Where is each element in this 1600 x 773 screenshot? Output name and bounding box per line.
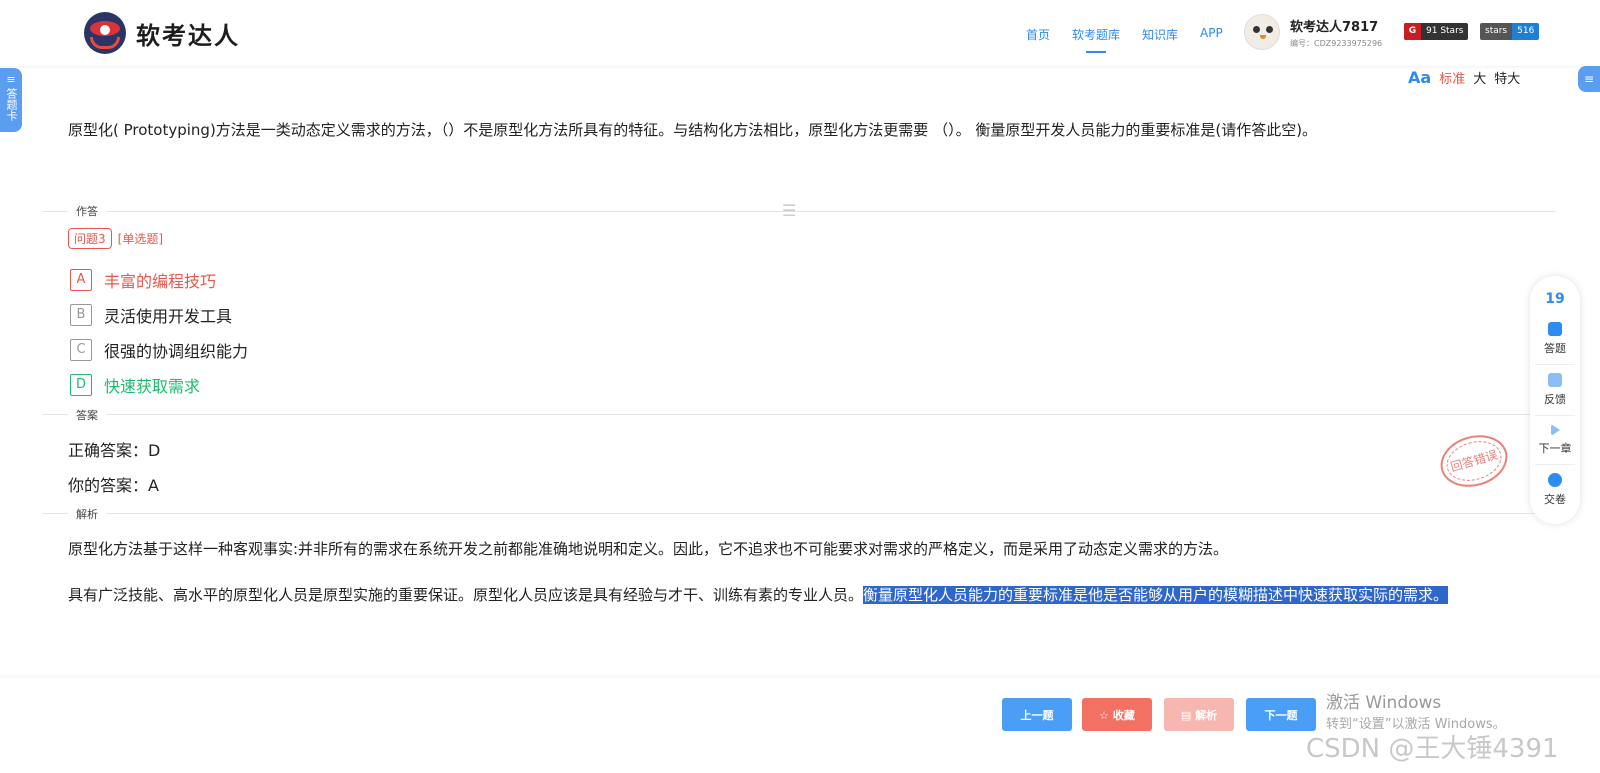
user-id: 编号：CDZ9233975296: [1290, 38, 1383, 48]
option-letter: D: [70, 373, 92, 396]
next-chapter-icon: [1550, 424, 1560, 436]
menu-icon: ≡: [6, 73, 16, 86]
font-large-option[interactable]: 大: [1473, 68, 1486, 87]
option-text: 灵活使用开发工具: [104, 306, 233, 326]
favorite-button[interactable]: ☆ 收藏: [1082, 698, 1152, 731]
answer-area-divider: [42, 211, 1556, 212]
option-b[interactable]: B 灵活使用开发工具: [70, 297, 248, 332]
user-info: 软考达人7817 编号：CDZ9233975296: [1290, 16, 1382, 49]
option-letter: B: [70, 303, 92, 326]
submit-icon: [1548, 473, 1562, 487]
option-d[interactable]: D 快速获取需求: [70, 367, 248, 402]
next-question-button[interactable]: 下一题: [1246, 698, 1316, 731]
nav-question-bank[interactable]: 软考题库: [1072, 26, 1120, 53]
prev-question-button[interactable]: 上一题: [1002, 698, 1072, 731]
font-size-switch: Aa 标准 大 特大: [1408, 68, 1520, 87]
analysis-paragraph-1: 原型化方法基于这样一种客观事实:并非所有的需求在系统开发之前都能准确地说明和定义…: [68, 540, 1229, 558]
option-letter: C: [70, 338, 92, 361]
option-text: 丰富的编程技巧: [104, 271, 217, 291]
answer-card-tab[interactable]: ≡ 答题卡: [0, 68, 22, 132]
main-nav: 首页 软考题库 知识库 APP: [1026, 26, 1223, 53]
option-text: 很强的协调组织能力: [104, 341, 249, 361]
next-chapter-button[interactable]: 下一章: [1535, 424, 1575, 465]
analysis-text: 具有广泛技能、高水平的原型化人员是原型实施的重要保证。原型化人员应该是具有经验与…: [68, 586, 864, 604]
right-menu-tab[interactable]: ≡: [1578, 66, 1600, 92]
question-tag: 问题3 [单选题]: [68, 228, 163, 249]
option-text: 快速获取需求: [104, 376, 201, 396]
question-type: [单选题]: [117, 232, 164, 246]
feedback-button[interactable]: 反馈: [1535, 373, 1575, 416]
nav-app[interactable]: APP: [1200, 26, 1223, 43]
answer-icon: [1548, 322, 1562, 336]
answer-area-label: 作答: [68, 203, 106, 219]
github-stars-badge[interactable]: stars 516: [1480, 23, 1540, 40]
logo-icon: [84, 12, 126, 54]
github-stars-label: stars: [1480, 23, 1513, 40]
analysis-paragraph-2: 具有广泛技能、高水平的原型化人员是原型实施的重要保证。原型化人员应该是具有经验与…: [68, 580, 1538, 610]
csdn-watermark: CSDN @王大锤4391: [1306, 734, 1559, 764]
answer-divider: [42, 414, 1556, 415]
site-logo[interactable]: 软考达人: [84, 12, 240, 54]
top-header: 软考达人 首页 软考题库 知识库 APP 软考达人7817 编号：CDZ9233…: [0, 0, 1600, 66]
floating-tool-panel: 19 答题 反馈 下一章 交卷: [1530, 276, 1580, 524]
feedback-label: 反馈: [1544, 393, 1566, 406]
option-letter: A: [70, 268, 92, 291]
submit-button[interactable]: 交卷: [1535, 473, 1575, 515]
question-count: 19: [1545, 291, 1565, 307]
gitee-icon: G: [1404, 23, 1421, 40]
question-number: 问题3: [68, 228, 112, 249]
analysis-divider: [42, 513, 1556, 514]
answer-label: 答题: [1544, 342, 1566, 355]
font-standard-option[interactable]: 标准: [1439, 68, 1465, 87]
your-answer: 你的答案：A: [68, 476, 159, 495]
answer-card-label: 答题卡: [5, 88, 18, 121]
github-stars-count: 516: [1512, 23, 1540, 40]
avatar[interactable]: [1244, 14, 1280, 50]
windows-activation-watermark: 激活 Windows: [1326, 693, 1442, 713]
submit-label: 交卷: [1544, 493, 1566, 506]
option-a[interactable]: A 丰富的编程技巧: [70, 262, 248, 297]
nav-knowledge-base[interactable]: 知识库: [1142, 26, 1178, 43]
drag-handle-icon[interactable]: ☰: [782, 203, 796, 219]
option-c[interactable]: C 很强的协调组织能力: [70, 332, 248, 367]
logo-text: 软考达人: [136, 21, 240, 50]
font-size-icon: Aa: [1408, 68, 1432, 87]
correct-answer: 正确答案：D: [68, 441, 161, 460]
feedback-icon: [1548, 373, 1562, 387]
font-xlarge-option[interactable]: 特大: [1494, 68, 1520, 87]
question-text: 原型化( Prototyping)方法是一类动态定义需求的方法，（）不是原型化方…: [68, 121, 1318, 139]
next-chapter-label: 下一章: [1538, 442, 1572, 455]
wrong-answer-stamp: 回答错误: [1434, 427, 1514, 495]
answer-label: 答案: [68, 407, 106, 423]
user-name: 软考达人7817: [1290, 19, 1379, 35]
user-profile[interactable]: 软考达人7817 编号：CDZ9233975296: [1244, 14, 1382, 50]
answer-button[interactable]: 答题: [1535, 322, 1575, 365]
gitee-stars-text: 91 Stars: [1426, 26, 1464, 36]
options-list: A 丰富的编程技巧 B 灵活使用开发工具 C 很强的协调组织能力 D 快速获取需…: [70, 262, 248, 402]
analysis-highlight: 衡量原型化人员能力的重要标准是他是否能够从用户的模糊描述中快速获取实际的需求。: [863, 586, 1449, 604]
analysis-label: 解析: [68, 506, 106, 522]
nav-home[interactable]: 首页: [1026, 26, 1050, 43]
analysis-button[interactable]: ▤ 解析: [1164, 698, 1234, 731]
gitee-stars-badge[interactable]: G 91 Stars: [1404, 23, 1469, 40]
